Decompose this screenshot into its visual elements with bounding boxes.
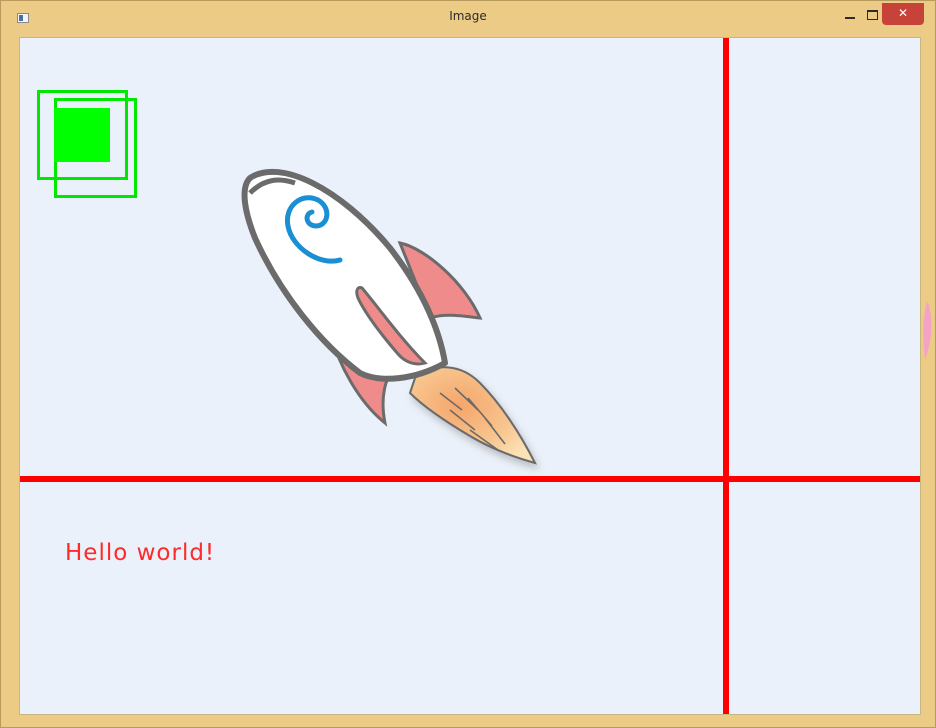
- crosshair-horizontal-line: [20, 476, 920, 482]
- crosshair-vertical-line: [723, 38, 729, 714]
- window-title: Image: [449, 9, 487, 23]
- minimize-button[interactable]: [837, 5, 863, 27]
- title-bar[interactable]: Image ✕: [1, 1, 935, 37]
- maximize-icon: [867, 10, 878, 20]
- rocket-flame: [408, 366, 537, 465]
- app-window: Image ✕ Hello world!: [0, 0, 936, 728]
- clipped-shape: [923, 301, 932, 359]
- image-canvas[interactable]: Hello world!: [19, 37, 921, 715]
- rocket-image: [241, 168, 537, 465]
- filled-rectangle: [54, 108, 110, 162]
- canvas-text: Hello world!: [65, 540, 216, 566]
- minimize-icon: [845, 17, 855, 19]
- close-icon: ✕: [897, 6, 909, 20]
- close-button[interactable]: ✕: [882, 3, 924, 25]
